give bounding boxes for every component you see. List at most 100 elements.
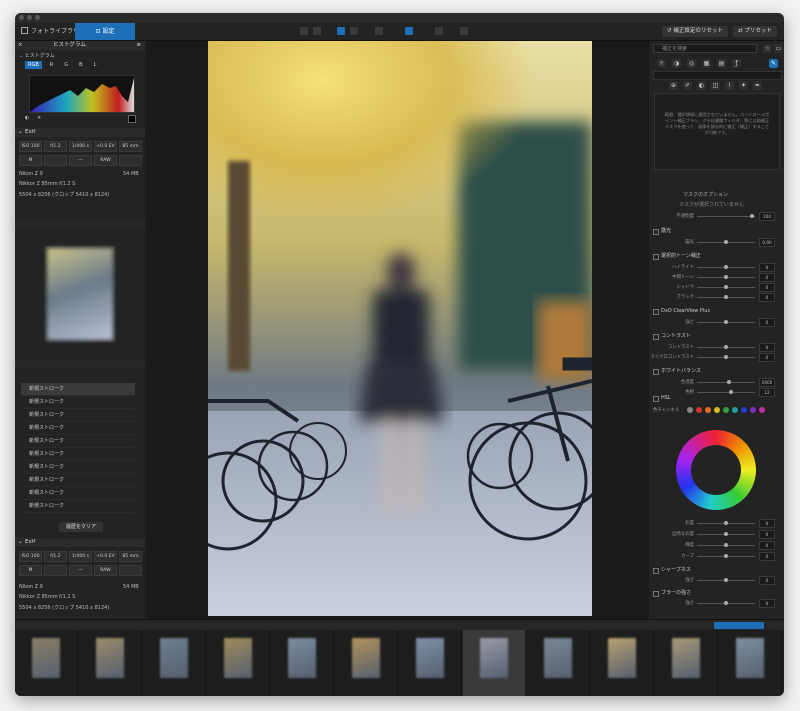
slider-handle[interactable]	[724, 554, 728, 558]
brush-icon[interactable]: ✐	[683, 81, 692, 90]
filmstrip-item[interactable]	[271, 630, 334, 696]
zoom-window-button[interactable]	[35, 15, 40, 20]
zoom-icon[interactable]	[460, 27, 468, 35]
slider-handle[interactable]	[724, 521, 728, 525]
history-item[interactable]: 新規ストローク	[21, 435, 135, 448]
control-point-icon[interactable]: ⊕	[669, 81, 678, 90]
close-icon[interactable]: ×	[18, 41, 23, 50]
search-input[interactable]: 補正を検索	[653, 44, 757, 53]
slider-handle[interactable]	[724, 578, 728, 582]
clear-history-button[interactable]: 履歴をクリア	[59, 522, 103, 532]
slider-handle[interactable]	[724, 532, 728, 536]
filmstrip-item[interactable]	[207, 630, 270, 696]
history-header[interactable]	[15, 359, 145, 368]
blur-checkbox[interactable]	[653, 591, 659, 597]
toggle-icon[interactable]: ▭	[774, 44, 783, 53]
view-icon[interactable]	[313, 27, 321, 35]
slider-track[interactable]	[697, 382, 755, 383]
slider-value-field[interactable]: 0	[759, 576, 775, 585]
sun-icon[interactable]: ✳	[37, 115, 41, 121]
section-header[interactable]: 露光	[649, 227, 784, 236]
histogram-header[interactable]: × ヒストグラム ≡	[15, 41, 145, 50]
detail-icon[interactable]: ◎	[687, 59, 696, 68]
palette-selector[interactable]	[653, 71, 782, 80]
color-wheel[interactable]	[676, 430, 756, 510]
image-canvas[interactable]	[147, 41, 652, 619]
channel-b[interactable]: B	[76, 61, 85, 69]
loupe-header[interactable]	[15, 221, 145, 230]
filmstrip-item[interactable]	[399, 630, 462, 696]
history-item[interactable]: 新規ストローク	[21, 487, 135, 500]
local-adjustments-icon[interactable]: ✎	[769, 59, 778, 68]
exif-header[interactable]: ⌄ Exif	[15, 128, 145, 137]
slider-handle[interactable]	[724, 345, 728, 349]
slider-value-field[interactable]: 0	[759, 318, 775, 327]
channel-rgb[interactable]: RGB	[25, 61, 42, 69]
local-adjust-icon[interactable]	[405, 27, 413, 35]
slider-handle[interactable]	[724, 275, 728, 279]
color-channel-swatch[interactable]	[687, 407, 693, 413]
slider-handle[interactable]	[724, 543, 728, 547]
filmstrip-item[interactable]	[79, 630, 142, 696]
history-item[interactable]: 新規ストローク	[21, 461, 135, 474]
tab-customize[interactable]: ⊡ 設定	[75, 23, 135, 40]
filmstrip-item[interactable]	[463, 630, 526, 696]
exif-header-2[interactable]: ⌄ Exif	[15, 538, 145, 547]
section-checkbox[interactable]	[653, 369, 659, 375]
hsl-header[interactable]: HSL	[649, 394, 784, 403]
watermark-icon[interactable]: ▤	[717, 59, 726, 68]
section-header[interactable]: DxO ClearView Plus	[649, 307, 784, 316]
slider-value-field[interactable]: 0	[759, 599, 775, 608]
slider-value-field[interactable]: 0	[759, 283, 775, 292]
history-item[interactable]: 新規ストローク	[21, 474, 135, 487]
slider-handle[interactable]	[724, 355, 728, 359]
clipping-swatch[interactable]	[128, 115, 136, 123]
slider-value-field[interactable]: 0	[759, 273, 775, 282]
filmstrip-item[interactable]	[655, 630, 718, 696]
filmstrip-item[interactable]	[591, 630, 654, 696]
color-channel-swatch[interactable]	[705, 407, 711, 413]
channel-l[interactable]: L	[91, 61, 100, 69]
slider-value-field[interactable]: 0	[759, 530, 775, 539]
color-channel-swatch[interactable]	[750, 407, 756, 413]
history-item[interactable]: 新規ストローク	[21, 383, 135, 396]
filmstrip-item[interactable]	[527, 630, 590, 696]
color-channel-swatch[interactable]	[696, 407, 702, 413]
preset-button[interactable]: ⇄ プリセット	[733, 26, 777, 37]
sharpness-header[interactable]: シャープネス	[649, 566, 784, 575]
close-window-button[interactable]	[19, 15, 24, 20]
filmstrip-item[interactable]	[143, 630, 206, 696]
slider-value-field[interactable]: 0	[759, 353, 775, 362]
moon-icon[interactable]: ◐	[25, 115, 29, 121]
slider-handle[interactable]	[724, 285, 728, 289]
sharpness-checkbox[interactable]	[653, 568, 659, 574]
star-icon[interactable]: ☆	[763, 44, 772, 53]
section-header[interactable]: ホワイトバランス	[649, 367, 784, 376]
fx-icon[interactable]: ƒ	[732, 59, 741, 68]
section-checkbox[interactable]	[653, 229, 659, 235]
color-channel-swatch[interactable]	[741, 407, 747, 413]
section-checkbox[interactable]	[653, 334, 659, 340]
menu-icon[interactable]: ≡	[136, 41, 141, 50]
slider-value-field[interactable]: 0	[759, 263, 775, 272]
export-button[interactable]	[714, 622, 764, 629]
slider-handle[interactable]	[724, 320, 728, 324]
main-photo[interactable]	[208, 41, 592, 616]
filmstrip-item[interactable]	[335, 630, 398, 696]
slider-value-field[interactable]: 0	[759, 293, 775, 302]
section-checkbox[interactable]	[653, 309, 659, 315]
light-icon[interactable]: ☼	[657, 59, 666, 68]
slider-value-field[interactable]: 0	[759, 519, 775, 528]
slider-value-field[interactable]: 0.00	[759, 238, 775, 247]
history-item[interactable]: 新規ストローク	[21, 396, 135, 409]
color-channel-swatch[interactable]	[732, 407, 738, 413]
history-item[interactable]: 新規ストローク	[21, 409, 135, 422]
repair-icon[interactable]	[375, 27, 383, 35]
section-header[interactable]: コントラスト	[649, 332, 784, 341]
filmstrip-item[interactable]	[15, 630, 78, 696]
slider-handle[interactable]	[724, 601, 728, 605]
section-checkbox[interactable]	[653, 254, 659, 260]
history-item[interactable]: 新規ストローク	[21, 448, 135, 461]
slider-value-field[interactable]: 0	[759, 541, 775, 550]
reset-corrections-button[interactable]: ↺ 補正設定のリセット	[662, 26, 728, 37]
